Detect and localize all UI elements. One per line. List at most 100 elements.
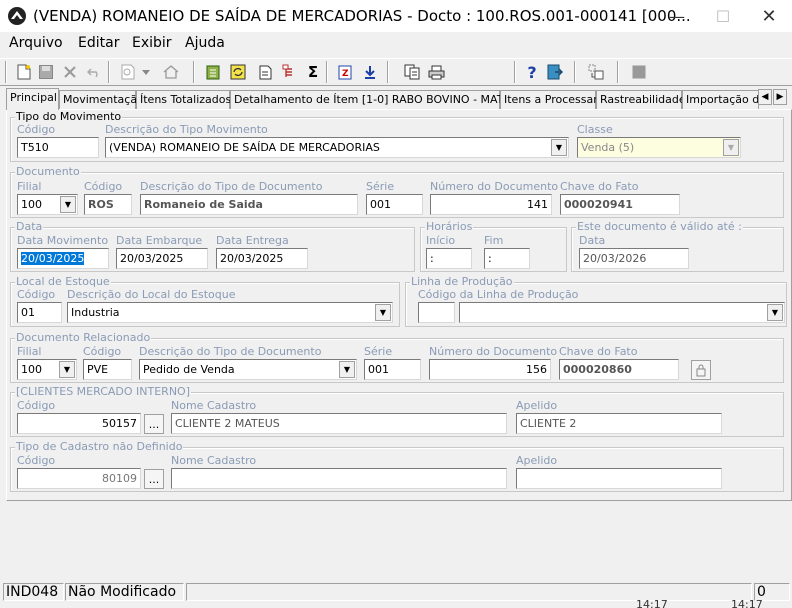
lock-icon[interactable] [691, 360, 711, 380]
chevron-down-icon[interactable]: ▼ [723, 139, 739, 156]
tab-movimentacao[interactable]: Movimentação [59, 90, 144, 109]
tab-scroll-right-icon[interactable]: ▶ [773, 89, 787, 105]
hora-fim-input[interactable]: : [484, 248, 530, 269]
cliente-codigo-input[interactable]: 50157 [17, 413, 141, 434]
group-label: [CLIENTES MERCADO INTERNO] [15, 385, 192, 398]
group-label: Linha de Produção [410, 275, 514, 288]
home-icon[interactable] [161, 62, 181, 82]
selected-text: 20/03/2025 [21, 252, 85, 265]
doc-descricao-field: Romaneio de Saida [140, 194, 358, 215]
codigo-label: Código [17, 123, 56, 136]
tab-principal[interactable]: Principal [6, 88, 59, 110]
principal-panel: Tipo do Movimento Código T510 Descrição … [6, 109, 792, 501]
tab-itens-a-processar[interactable]: Itens a Processar [500, 90, 598, 109]
svg-text:Z: Z [342, 69, 349, 79]
codigo-label: Código [84, 180, 123, 193]
filial-select[interactable]: 100 ▼ [17, 194, 78, 215]
local-descricao-select[interactable]: Industria ▼ [67, 302, 393, 323]
import-icon[interactable] [586, 62, 606, 82]
status-code: IND048 [3, 583, 64, 601]
numero-label: Número do Documento [430, 180, 559, 193]
descricao-label: Descrição do Tipo Movimento [105, 123, 268, 136]
window-title: (VENDA) ROMANEIO DE SAÍDA DE MERCADORIAS… [33, 7, 691, 25]
select-value: Venda (5) [581, 141, 635, 154]
document-icon[interactable] [255, 62, 275, 82]
menu-editar[interactable]: Editar [78, 35, 119, 51]
rel-codigo-input[interactable]: PVE [83, 359, 132, 380]
tab-importacao[interactable]: Importação de [682, 90, 759, 109]
status-bar: IND048 Não Modificado 0 [0, 582, 792, 602]
cliente-apelido-field: CLIENTE 2 [516, 413, 722, 434]
chevron-down-icon[interactable]: ▼ [767, 304, 783, 321]
close-button[interactable]: ✕ [746, 0, 792, 32]
preview-icon[interactable] [118, 62, 138, 82]
undo-icon[interactable] [84, 62, 104, 82]
rel-numero-input[interactable]: 156 [429, 359, 551, 380]
tab-rastreabilidade[interactable]: Rastreabilidade [596, 90, 686, 109]
save-icon[interactable] [36, 62, 56, 82]
doc-numero-field[interactable]: 141 [430, 194, 552, 215]
data-movimento-input[interactable]: 20/03/2025 [17, 248, 109, 269]
zreport-icon[interactable]: Z [335, 62, 355, 82]
new-icon[interactable] [14, 62, 34, 82]
data-embarque-label: Data Embarque [116, 234, 203, 247]
menu-arquivo[interactable]: Arquivo [9, 35, 63, 51]
exit-icon[interactable] [545, 62, 565, 82]
minimize-button[interactable]: — [654, 0, 700, 32]
application-window: (VENDA) ROMANEIO DE SAÍDA DE MERCADORIAS… [0, 0, 792, 608]
status-state: Não Modificado [65, 583, 184, 601]
refresh-icon[interactable] [228, 62, 248, 82]
chevron-down-icon[interactable]: ▼ [551, 139, 567, 156]
delete-icon[interactable] [60, 62, 80, 82]
tab-scroll-left-icon[interactable]: ◀ [758, 89, 772, 105]
copy-icon[interactable] [402, 62, 422, 82]
tab-itens-totalizados[interactable]: Ítens Totalizados [136, 90, 231, 109]
data-entrega-input[interactable]: 20/03/2025 [216, 248, 308, 269]
group-label: Este documento é válido até : [576, 220, 743, 233]
linha-codigo-input[interactable] [418, 302, 455, 323]
group-cadastro-nao-definido: Tipo de Cadastro não Definido Código 801… [10, 440, 784, 492]
numero-label: Número do Documento [429, 345, 558, 358]
chevron-down-icon[interactable]: ▼ [339, 361, 355, 378]
local-codigo-input[interactable]: 01 [17, 302, 62, 323]
tree-icon[interactable] [279, 62, 299, 82]
chevron-down-icon[interactable]: ▼ [59, 361, 75, 378]
background-window-time: 14:17 [731, 598, 763, 608]
cadastro-lookup-button[interactable]: ... [144, 469, 164, 489]
doc-serie-field[interactable]: 001 [366, 194, 423, 215]
group-label: Local de Estoque [15, 275, 111, 288]
chevron-down-icon[interactable]: ▼ [375, 304, 391, 321]
download-icon[interactable] [360, 62, 380, 82]
hora-inicio-input[interactable]: : [426, 248, 472, 269]
chevron-down-icon[interactable]: ▼ [60, 196, 76, 213]
cliente-lookup-button[interactable]: ... [144, 414, 164, 434]
group-horarios: Horários Início : Fim : [420, 220, 567, 272]
serie-label: Série [364, 345, 393, 358]
help-icon[interactable]: ? [522, 62, 542, 82]
serie-label: Série [366, 180, 395, 193]
maximize-button[interactable]: ☐ [700, 0, 746, 32]
classe-select[interactable]: Venda (5) ▼ [577, 137, 741, 158]
sum-icon[interactable]: Σ [303, 62, 323, 82]
rel-descricao-select[interactable]: Pedido de Venda ▼ [139, 359, 357, 380]
tipo-codigo-input[interactable]: T510 [17, 137, 99, 158]
toolbar: Σ Z ? [0, 58, 792, 86]
select-value: Industria [71, 306, 120, 319]
print-icon[interactable] [426, 62, 446, 82]
rel-serie-input[interactable]: 001 [364, 359, 421, 380]
menu-ajuda[interactable]: Ajuda [185, 35, 225, 51]
linha-descricao-select[interactable]: ▼ [459, 302, 785, 323]
menu-bar: Arquivo Editar Exibir Ajuda [0, 32, 792, 56]
data-embarque-input[interactable]: 20/03/2025 [116, 248, 208, 269]
data-entrega-label: Data Entrega [216, 234, 289, 247]
select-value: (VENDA) ROMANEIO DE SAÍDA DE MERCADORIAS [109, 141, 380, 154]
dropdown-icon[interactable] [140, 62, 152, 82]
group-label: Data [15, 220, 44, 233]
tab-strip: Principal Movimentação Ítens Totalizados… [6, 88, 792, 110]
tab-detalhamento-item[interactable]: Detalhamento de Ítem [1-0] RABO BOVINO -… [230, 90, 525, 109]
rel-filial-select[interactable]: 100 ▼ [17, 359, 77, 380]
menu-exibir[interactable]: Exibir [132, 35, 172, 51]
export-icon[interactable] [203, 62, 223, 82]
stop-icon[interactable] [629, 62, 649, 82]
tipo-descricao-select[interactable]: (VENDA) ROMANEIO DE SAÍDA DE MERCADORIAS… [105, 137, 569, 158]
